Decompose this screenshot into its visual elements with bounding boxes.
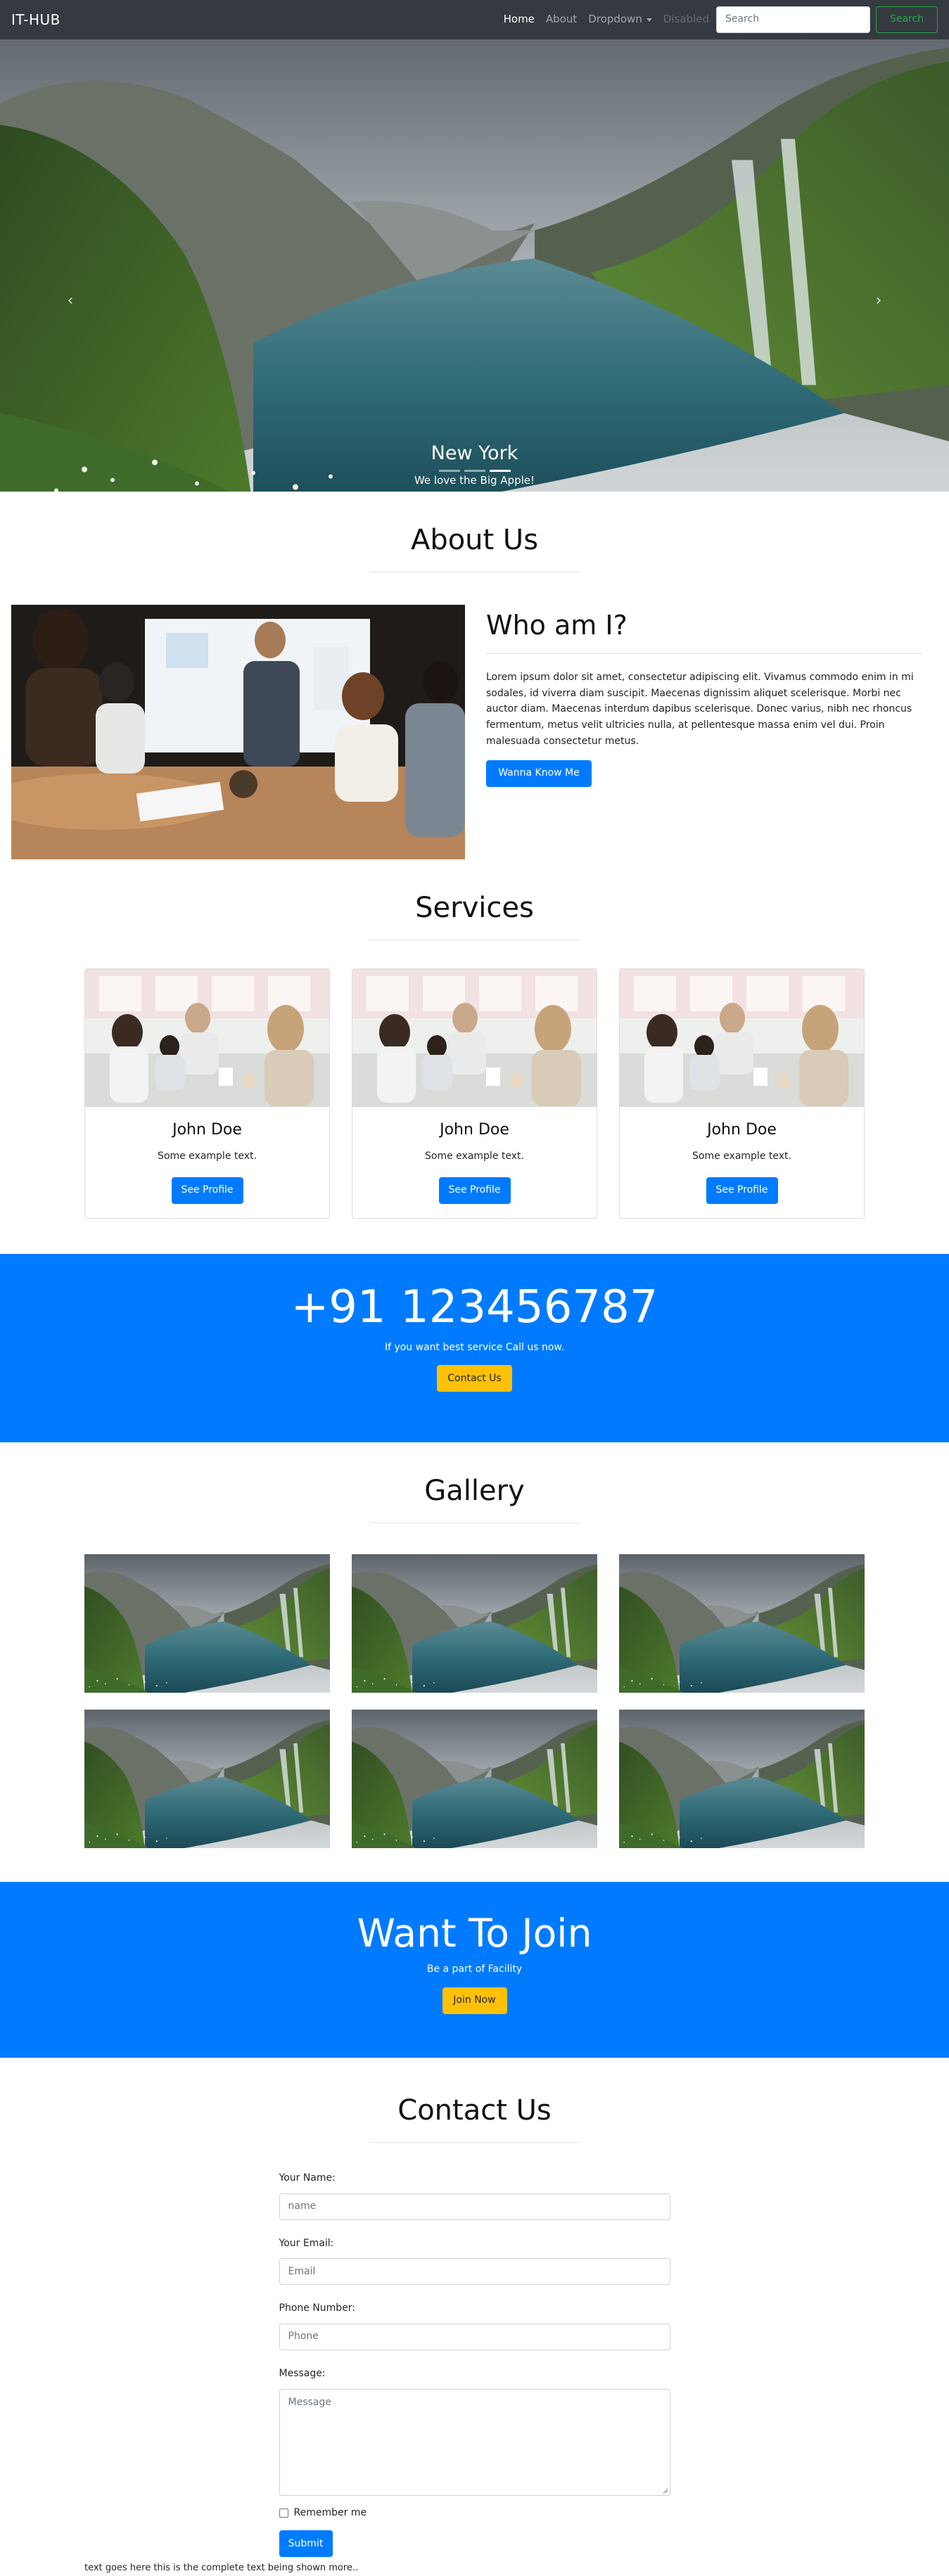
carousel-indicators	[0, 470, 949, 472]
nav-link-home[interactable]: Home	[504, 11, 535, 27]
footer-text: text goes here this is the complete text…	[84, 2563, 359, 2574]
name-field[interactable]: name	[279, 2193, 670, 2220]
about-section: About Us Who am I? Lorem ipsum dolor sit…	[0, 492, 949, 859]
caret-down-icon	[646, 18, 652, 22]
heading-divider	[369, 2142, 580, 2143]
phone-label: Phone Number:	[279, 2302, 356, 2314]
contact-us-button[interactable]: Contact Us	[437, 1365, 512, 1392]
message-textarea[interactable]: Message	[279, 2388, 670, 2496]
about-text-block: Who am I? Lorem ipsum dolor sit amet, co…	[486, 605, 922, 859]
email-label: Your Email:	[279, 2237, 334, 2249]
remember-me-checkbox[interactable]	[279, 2508, 288, 2518]
services-heading: Services	[415, 892, 534, 924]
wanna-know-me-button[interactable]: Wanna Know Me	[486, 760, 592, 788]
carousel-indicator-active[interactable]	[489, 470, 511, 472]
phone-number: +91 123456787	[291, 1281, 658, 1333]
brand-logo[interactable]: IT-HUB	[11, 9, 60, 31]
service-card: John Doe Some example text. See Profile	[84, 968, 330, 1219]
see-profile-button[interactable]: See Profile	[438, 1177, 511, 1204]
top-navbar: IT-HUB Home About Dropdown Disabled Sear…	[0, 0, 949, 39]
call-text: If you want best service Call us now.	[384, 1341, 565, 1353]
card-image	[620, 969, 864, 1107]
phone-field[interactable]: Phone	[279, 2324, 670, 2351]
join-section: Want To Join Be a part of Facility Join …	[0, 1882, 949, 2058]
contact-form: Your Name: name Your Email: Email Phone …	[279, 2171, 670, 2558]
nav-dropdown-label: Dropdown	[588, 13, 642, 26]
gallery-image[interactable]	[84, 1710, 330, 1848]
gallery-heading: Gallery	[424, 1475, 525, 1507]
gallery-image[interactable]	[352, 1710, 597, 1848]
card-text: Some example text.	[692, 1151, 791, 1162]
search-button[interactable]: Search	[876, 6, 938, 33]
message-placeholder: Message	[288, 2396, 331, 2408]
join-title: Want To Join	[357, 1911, 592, 1956]
join-text: Be a part of Facility	[426, 1963, 523, 1975]
about-image	[11, 605, 465, 859]
nav-link-about[interactable]: About	[546, 11, 577, 27]
carousel-indicator[interactable]	[438, 470, 460, 472]
call-section: +91 123456787 If you want best service C…	[0, 1254, 949, 1442]
name-label: Your Name:	[279, 2172, 336, 2184]
resize-handle-icon[interactable]	[661, 2487, 668, 2494]
card-text: Some example text.	[425, 1151, 524, 1162]
hero-subtitle: We love the Big Apple!	[414, 473, 535, 487]
card-image	[352, 969, 597, 1107]
carousel-prev-icon[interactable]: ‹	[63, 293, 77, 309]
hero-caption: New York We love the Big Apple!	[0, 439, 949, 489]
hero-image	[0, 39, 949, 492]
gallery-image[interactable]	[352, 1554, 597, 1693]
submit-button[interactable]: Submit	[279, 2530, 333, 2558]
contact-heading: Contact Us	[397, 2094, 552, 2127]
nav-dropdown-toggle[interactable]: Dropdown	[588, 11, 652, 27]
remember-me-row: Remember me	[279, 2506, 670, 2521]
remember-me-label: Remember me	[293, 2506, 367, 2518]
about-heading: About Us	[410, 524, 539, 556]
message-label: Message:	[279, 2368, 326, 2380]
gallery-image[interactable]	[84, 1554, 330, 1693]
see-profile-button[interactable]: See Profile	[171, 1177, 243, 1204]
contact-section: Contact Us Your Name: name Your Email: E…	[0, 2058, 949, 2576]
see-profile-button[interactable]: See Profile	[706, 1177, 778, 1204]
card-title: John Doe	[440, 1121, 509, 1139]
carousel-next-icon[interactable]: ›	[872, 293, 886, 309]
join-now-button[interactable]: Join Now	[442, 1987, 507, 2014]
card-title: John Doe	[707, 1121, 777, 1139]
who-am-i-heading: Who am I?	[486, 610, 628, 641]
service-card: John Doe Some example text. See Profile	[352, 968, 597, 1219]
service-card: John Doe Some example text. See Profile	[619, 968, 865, 1219]
nav-links: Home About Dropdown Disabled Search Sear…	[492, 6, 938, 33]
card-title: John Doe	[172, 1121, 242, 1139]
carousel-indicator[interactable]	[464, 470, 485, 472]
card-image	[85, 969, 329, 1107]
email-field[interactable]: Email	[279, 2258, 670, 2286]
services-section: Services John Doe Some example text. See…	[0, 859, 949, 1219]
search-input[interactable]: Search	[716, 6, 870, 33]
nav-link-disabled: Disabled	[663, 13, 709, 26]
gallery-image[interactable]	[619, 1554, 865, 1693]
who-divider	[486, 653, 922, 654]
gallery-image[interactable]	[619, 1710, 865, 1848]
card-text: Some example text.	[158, 1151, 257, 1162]
about-paragraph: Lorem ipsum dolor sit amet, consectetur …	[486, 671, 914, 747]
hero-title: New York	[431, 442, 518, 464]
hero-carousel: ‹ › New York We love the Big Apple!	[0, 39, 949, 492]
gallery-section: Gallery	[0, 1442, 949, 1848]
